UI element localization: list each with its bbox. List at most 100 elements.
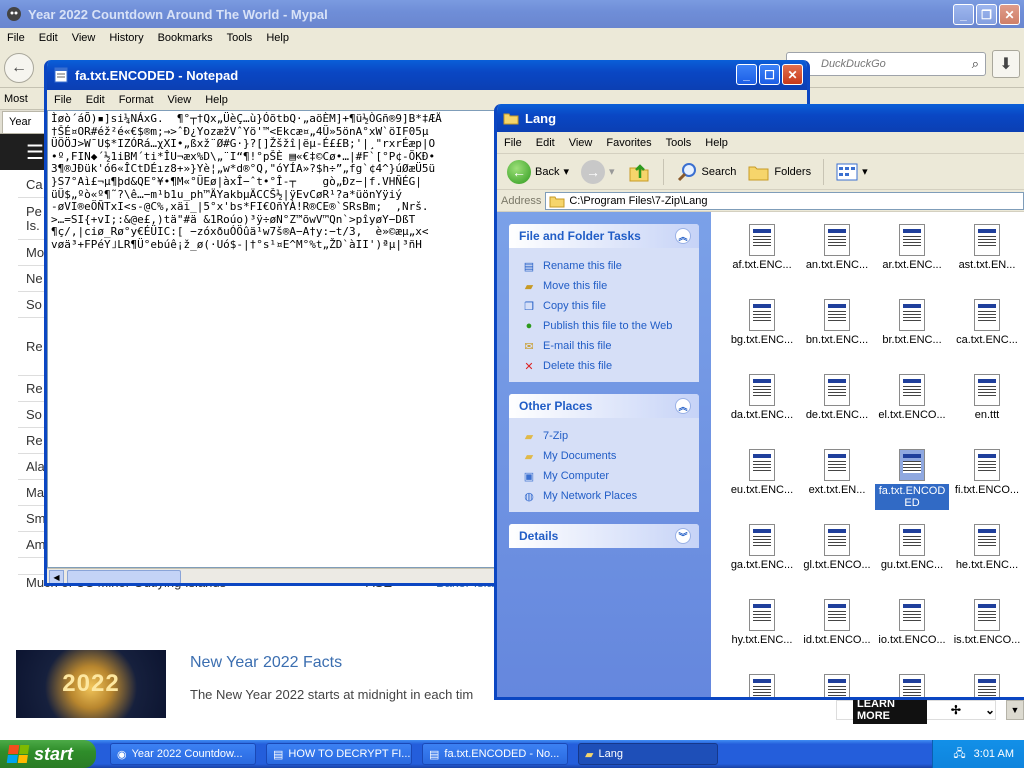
menu-file[interactable]: File bbox=[47, 94, 79, 106]
minimize-button[interactable]: _ bbox=[953, 4, 974, 25]
file-item[interactable]: el.txt.ENCO... bbox=[875, 374, 949, 421]
menu-tools[interactable]: Tools bbox=[659, 137, 699, 149]
facts-title[interactable]: New Year 2022 Facts bbox=[190, 654, 342, 672]
file-item[interactable]: da.txt.ENC... bbox=[725, 374, 799, 421]
folders-button[interactable]: Folders bbox=[744, 160, 815, 184]
menu-history[interactable]: History bbox=[102, 32, 150, 44]
scroll-down-arrow[interactable]: ▼ bbox=[1006, 700, 1024, 720]
explorer-title-bar[interactable]: Lang bbox=[497, 104, 1024, 132]
place-my-computer[interactable]: ▣ My Computer bbox=[521, 466, 689, 486]
file-item[interactable]: en.ttt bbox=[950, 374, 1024, 421]
file-item[interactable]: br.txt.ENC... bbox=[875, 299, 949, 346]
collapse-chevron-icon[interactable]: ︽ bbox=[675, 398, 691, 414]
back-arrow-icon[interactable]: ← bbox=[4, 52, 34, 83]
close-button[interactable]: ✕ bbox=[782, 64, 803, 85]
clock[interactable]: 3:01 AM bbox=[974, 748, 1014, 760]
menu-favorites[interactable]: Favorites bbox=[599, 137, 658, 149]
minimize-button[interactable]: _ bbox=[736, 64, 757, 85]
file-item[interactable]: ga.txt.ENC... bbox=[725, 524, 799, 571]
menu-edit[interactable]: Edit bbox=[79, 94, 112, 106]
search-icon[interactable]: ⌕ bbox=[972, 56, 979, 72]
task-how-to-decrypt[interactable]: ▤ HOW TO DECRYPT FI... bbox=[266, 743, 412, 765]
file-item[interactable]: an.txt.ENC... bbox=[800, 224, 874, 271]
file-item[interactable] bbox=[725, 674, 799, 697]
task-browser[interactable]: ◉ Year 2022 Countdow... bbox=[110, 743, 256, 765]
close-button[interactable]: ✕ bbox=[999, 4, 1020, 25]
file-item[interactable]: gu.txt.ENC... bbox=[875, 524, 949, 571]
file-item[interactable]: fi.txt.ENCO... bbox=[950, 449, 1024, 496]
menu-view[interactable]: View bbox=[562, 137, 600, 149]
file-item[interactable]: ar.txt.ENC... bbox=[875, 224, 949, 271]
task-delete[interactable]: ✕ Delete this file bbox=[521, 356, 689, 376]
menu-help[interactable]: Help bbox=[698, 137, 735, 149]
browser-title-bar[interactable]: Year 2022 Countdown Around The World - M… bbox=[0, 0, 1024, 28]
task-notepad[interactable]: ▤ fa.txt.ENCODED - No... bbox=[422, 743, 568, 765]
menu-bookmarks[interactable]: Bookmarks bbox=[151, 32, 220, 44]
place-my-documents[interactable]: ▰ My Documents bbox=[521, 446, 689, 466]
task-publish[interactable]: ● Publish this file to the Web bbox=[521, 316, 689, 336]
file-item[interactable]: de.txt.ENC... bbox=[800, 374, 874, 421]
file-item[interactable]: ext.txt.EN... bbox=[800, 449, 874, 496]
file-item[interactable]: he.txt.ENC... bbox=[950, 524, 1024, 571]
file-item[interactable]: is.txt.ENCO... bbox=[950, 599, 1024, 646]
menu-edit[interactable]: Edit bbox=[32, 32, 65, 44]
scroll-left-icon[interactable]: ◀ bbox=[49, 570, 64, 583]
dropdown-arrow-icon[interactable]: ▾ bbox=[563, 165, 569, 178]
up-folder-button[interactable] bbox=[623, 158, 655, 186]
file-item[interactable] bbox=[950, 674, 1024, 697]
download-icon[interactable]: ⬇ bbox=[992, 50, 1020, 78]
menu-format[interactable]: Format bbox=[112, 94, 161, 106]
expand-chevron-icon[interactable]: ︾ bbox=[675, 528, 691, 544]
file-item[interactable] bbox=[875, 674, 949, 697]
ad-banner[interactable]: LEARN MORE ✢ ⌄ bbox=[836, 696, 996, 724]
file-item[interactable]: hy.txt.ENC... bbox=[725, 599, 799, 646]
chevron-down-icon[interactable]: ⌄ bbox=[985, 703, 995, 717]
menu-view[interactable]: View bbox=[65, 32, 103, 44]
menu-tools[interactable]: Tools bbox=[220, 32, 260, 44]
menu-help[interactable]: Help bbox=[198, 94, 235, 106]
views-button[interactable]: ▾ bbox=[832, 161, 872, 183]
file-item[interactable]: bn.txt.ENC... bbox=[800, 299, 874, 346]
file-item[interactable]: ast.txt.EN... bbox=[950, 224, 1024, 271]
file-item[interactable]: eu.txt.ENC... bbox=[725, 449, 799, 496]
collapse-chevron-icon[interactable]: ︽ bbox=[675, 228, 691, 244]
file-item[interactable]: ca.txt.ENC... bbox=[950, 299, 1024, 346]
notepad-title-bar[interactable]: fa.txt.ENCODED - Notepad _ ☐ ✕ bbox=[47, 60, 807, 90]
menu-help[interactable]: Help bbox=[259, 32, 296, 44]
task-rename[interactable]: ▤ Rename this file bbox=[521, 256, 689, 276]
panel-header[interactable]: File and Folder Tasks ︽ bbox=[509, 224, 699, 248]
file-item[interactable] bbox=[800, 674, 874, 697]
menu-edit[interactable]: Edit bbox=[529, 137, 562, 149]
file-item[interactable]: af.txt.ENC... bbox=[725, 224, 799, 271]
learn-more-button[interactable]: LEARN MORE bbox=[853, 696, 927, 724]
search-input[interactable]: DuckDuckGo ⌕ bbox=[786, 52, 986, 76]
scroll-thumb[interactable] bbox=[67, 570, 181, 583]
panel-header[interactable]: Other Places ︽ bbox=[509, 394, 699, 418]
file-item[interactable]: io.txt.ENCO... bbox=[875, 599, 949, 646]
bookmark-item[interactable]: Most bbox=[4, 93, 28, 105]
file-item[interactable]: fa.txt.ENCODED bbox=[875, 449, 949, 510]
file-item[interactable]: gl.txt.ENCO... bbox=[800, 524, 874, 571]
task-lang-folder[interactable]: ▰ Lang bbox=[578, 743, 718, 765]
hamburger-menu-icon[interactable]: ☰ bbox=[26, 140, 44, 165]
maximize-button[interactable]: ☐ bbox=[759, 64, 780, 85]
menu-view[interactable]: View bbox=[161, 94, 199, 106]
task-move[interactable]: ▰ Move this file bbox=[521, 276, 689, 296]
task-email[interactable]: ✉ E-mail this file bbox=[521, 336, 689, 356]
address-input[interactable]: C:\Program Files\7-Zip\Lang bbox=[545, 191, 1024, 210]
task-label: HOW TO DECRYPT FI... bbox=[288, 748, 411, 760]
file-item[interactable]: id.txt.ENCO... bbox=[800, 599, 874, 646]
restore-button[interactable]: ❐ bbox=[976, 4, 997, 25]
task-copy[interactable]: ❐ Copy this file bbox=[521, 296, 689, 316]
back-button[interactable]: ← Back ▾ bbox=[503, 158, 573, 186]
menu-file[interactable]: File bbox=[497, 137, 529, 149]
place-network[interactable]: ◍ My Network Places bbox=[521, 486, 689, 506]
file-item[interactable]: bg.txt.ENC... bbox=[725, 299, 799, 346]
place-7zip[interactable]: ▰ 7-Zip bbox=[521, 426, 689, 446]
panel-header[interactable]: Details ︾ bbox=[509, 524, 699, 548]
forward-button[interactable]: → ▾ bbox=[577, 158, 619, 186]
network-tray-icon[interactable]: 🖧 bbox=[953, 745, 965, 764]
menu-file[interactable]: File bbox=[0, 32, 32, 44]
search-button[interactable]: Search bbox=[672, 159, 741, 185]
start-button[interactable]: start bbox=[0, 740, 96, 768]
